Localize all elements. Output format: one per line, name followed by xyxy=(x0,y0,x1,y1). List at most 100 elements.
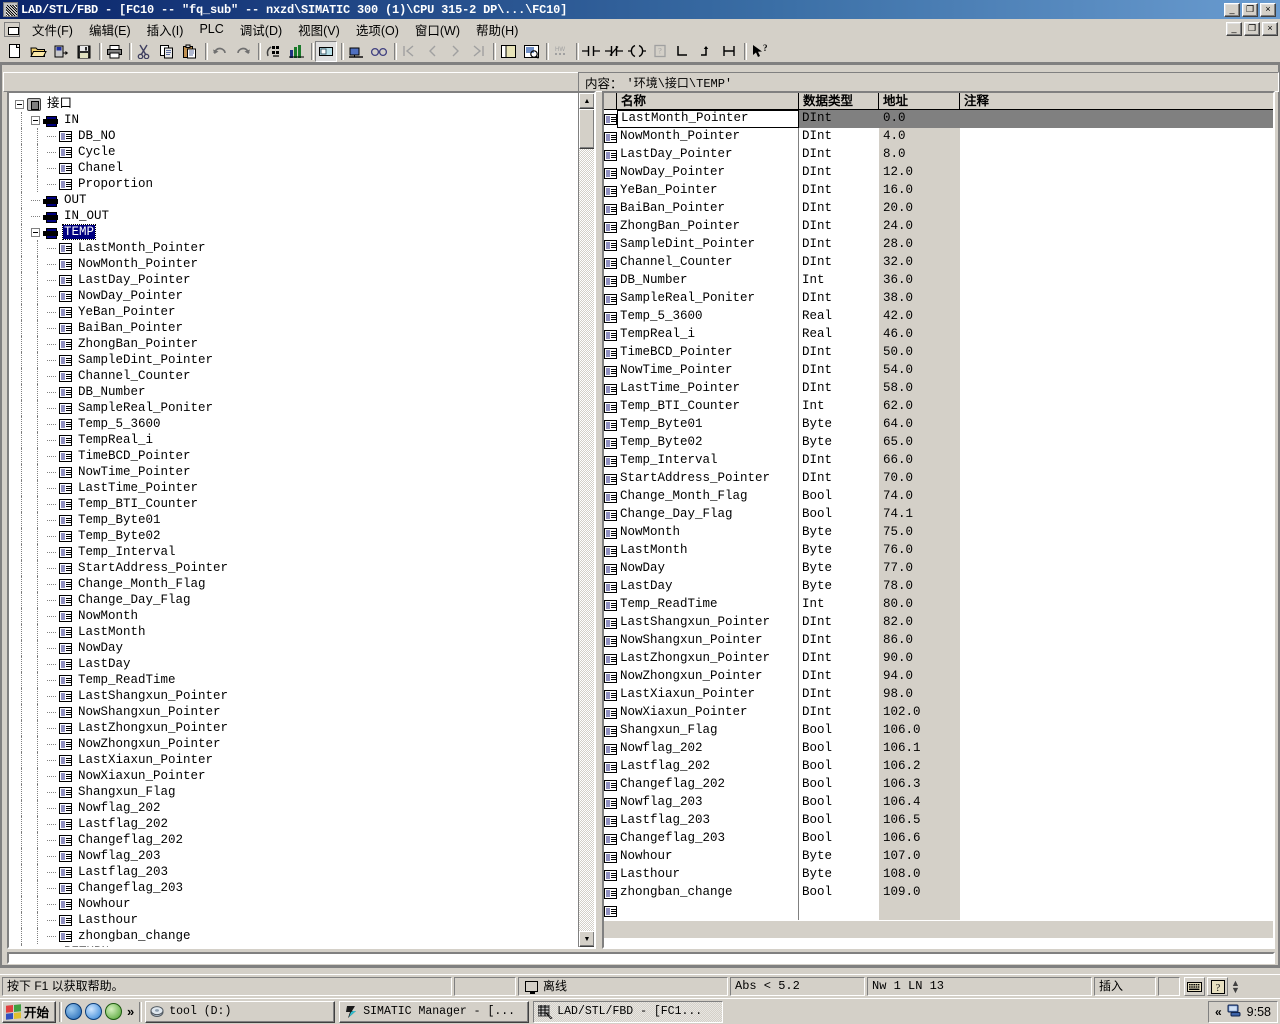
cell-comment[interactable] xyxy=(960,668,1273,686)
copy-icon[interactable] xyxy=(156,41,178,62)
row-selector-cell[interactable] xyxy=(604,722,617,740)
tree-item-variable[interactable]: Lastflag_202 xyxy=(9,816,577,832)
cell-address[interactable]: 106.2 xyxy=(879,758,960,776)
cell-datatype[interactable]: DInt xyxy=(799,614,879,632)
table-row[interactable]: BaiBan_PointerDInt20.0 xyxy=(604,200,1273,218)
cell-comment[interactable] xyxy=(960,398,1273,416)
cell-address[interactable]: 94.0 xyxy=(879,668,960,686)
tree-item-variable[interactable]: Temp_BTI_Counter xyxy=(9,496,577,512)
menu-debug[interactable]: 调试(D) xyxy=(232,18,290,41)
row-selector-cell[interactable] xyxy=(604,128,617,146)
cell-name[interactable]: LastTime_Pointer xyxy=(617,380,799,398)
tree-item-variable[interactable]: YeBan_Pointer xyxy=(9,304,577,320)
cell-address[interactable]: 24.0 xyxy=(879,218,960,236)
cell-address[interactable]: 74.1 xyxy=(879,506,960,524)
tree-node-temp[interactable]: TEMP xyxy=(9,224,577,240)
table-row[interactable]: Changeflag_202Bool106.3 xyxy=(604,776,1273,794)
cell-datatype[interactable]: DInt xyxy=(799,254,879,272)
first-error-icon[interactable] xyxy=(398,41,420,62)
cell-name[interactable]: LastDay_Pointer xyxy=(617,146,799,164)
cell-comment[interactable] xyxy=(960,290,1273,308)
cell-name[interactable]: Change_Month_Flag xyxy=(617,488,799,506)
cell-datatype[interactable]: Bool xyxy=(799,506,879,524)
branch-close-icon[interactable] xyxy=(695,41,717,62)
menu-window[interactable]: 窗口(W) xyxy=(407,18,468,41)
tree-item-variable[interactable]: TempReal_i xyxy=(9,432,577,448)
row-selector-cell[interactable] xyxy=(604,110,617,128)
cell-datatype[interactable]: DInt xyxy=(799,380,879,398)
tree-item-variable[interactable]: Temp_ReadTime xyxy=(9,672,577,688)
cell-comment[interactable] xyxy=(960,596,1273,614)
help-icon[interactable]: ? xyxy=(1207,977,1228,996)
cell-comment[interactable] xyxy=(960,164,1273,182)
cell-address[interactable]: 106.1 xyxy=(879,740,960,758)
table-row[interactable]: LastTime_PointerDInt58.0 xyxy=(604,380,1273,398)
cell-comment[interactable] xyxy=(960,704,1273,722)
table-row[interactable]: Changeflag_203Bool106.6 xyxy=(604,830,1273,848)
start-button[interactable]: 开始 xyxy=(2,1001,56,1023)
row-selector-cell[interactable] xyxy=(604,866,617,884)
row-selector-cell[interactable] xyxy=(604,650,617,668)
cell-address[interactable]: 76.0 xyxy=(879,542,960,560)
cell-name[interactable]: SampleDint_Pointer xyxy=(617,236,799,254)
cell-datatype[interactable]: DInt xyxy=(799,452,879,470)
cell-datatype[interactable]: Bool xyxy=(799,884,879,902)
tree-item-variable[interactable]: LastZhongxun_Pointer xyxy=(9,720,577,736)
tree-item-variable[interactable]: LastTime_Pointer xyxy=(9,480,577,496)
cell-datatype[interactable]: DInt xyxy=(799,362,879,380)
code-editor-area[interactable] xyxy=(7,952,1275,964)
cell-comment[interactable] xyxy=(960,506,1273,524)
tree-item-variable[interactable]: NowMonth xyxy=(9,608,577,624)
open-folder-icon[interactable] xyxy=(27,41,49,62)
cell-comment[interactable] xyxy=(960,110,1273,128)
cell-comment[interactable] xyxy=(960,632,1273,650)
column-header-address[interactable]: 地址 xyxy=(879,93,960,109)
tree-item-variable[interactable]: Temp_5_3600 xyxy=(9,416,577,432)
table-row[interactable]: LastShangxun_PointerDInt82.0 xyxy=(604,614,1273,632)
cell-address[interactable]: 50.0 xyxy=(879,344,960,362)
column-header-datatype[interactable]: 数据类型 xyxy=(799,93,879,109)
child-restore-button[interactable]: ❐ xyxy=(1244,22,1260,36)
table-row[interactable]: Temp_Byte02Byte65.0 xyxy=(604,434,1273,452)
cell-name[interactable]: DB_Number xyxy=(617,272,799,290)
column-header-name[interactable]: 名称 xyxy=(617,93,799,109)
cell-name[interactable]: Temp_Interval xyxy=(617,452,799,470)
row-selector-cell[interactable] xyxy=(604,560,617,578)
table-row[interactable]: NowhourByte107.0 xyxy=(604,848,1273,866)
row-selector-cell[interactable] xyxy=(604,254,617,272)
cell-name[interactable]: Temp_5_3600 xyxy=(617,308,799,326)
table-row[interactable]: NowDay_PointerDInt12.0 xyxy=(604,164,1273,182)
cell-comment[interactable] xyxy=(960,524,1273,542)
declaration-table-panel[interactable]: 名称 数据类型 地址 注释 LastMonth_PointerDInt0.0No… xyxy=(602,91,1275,949)
upload-from-plc-icon[interactable] xyxy=(285,41,307,62)
table-row[interactable]: SampleReal_PoniterDInt38.0 xyxy=(604,290,1273,308)
taskbar-button-lad-stl-fbd[interactable]: LAD/STL/FBD - [FC1... xyxy=(533,1001,723,1023)
cell-name[interactable]: Changeflag_203 xyxy=(617,830,799,848)
table-row[interactable]: Temp_BTI_CounterInt62.0 xyxy=(604,398,1273,416)
table-row[interactable]: NowDayByte77.0 xyxy=(604,560,1273,578)
cell-name[interactable]: NowMonth_Pointer xyxy=(617,128,799,146)
cell-address[interactable]: 4.0 xyxy=(879,128,960,146)
tree-item-variable[interactable]: Shangxun_Flag xyxy=(9,784,577,800)
menu-help[interactable]: 帮助(H) xyxy=(468,18,526,41)
tree-item-variable[interactable]: LastShangxun_Pointer xyxy=(9,688,577,704)
cell-address[interactable]: 102.0 xyxy=(879,704,960,722)
tree-node-in[interactable]: IN xyxy=(9,112,577,128)
cell-datatype[interactable]: DInt xyxy=(799,236,879,254)
declaration-table-body[interactable]: LastMonth_PointerDInt0.0NowMonth_Pointer… xyxy=(604,110,1273,938)
cell-datatype[interactable]: Bool xyxy=(799,488,879,506)
minimize-button[interactable]: _ xyxy=(1224,3,1240,17)
next-error-icon[interactable] xyxy=(444,41,466,62)
row-selector-cell[interactable] xyxy=(604,830,617,848)
cell-address[interactable]: 32.0 xyxy=(879,254,960,272)
cell-comment[interactable] xyxy=(960,830,1273,848)
cell-comment[interactable] xyxy=(960,344,1273,362)
cell-comment[interactable] xyxy=(960,794,1273,812)
undo-icon[interactable] xyxy=(209,41,231,62)
cell-name[interactable]: NowTime_Pointer xyxy=(617,362,799,380)
interface-tree-panel[interactable]: 接口INDB_NOCycleChanelProportionOUTIN_OUTT… xyxy=(7,91,596,949)
tree-item-variable[interactable]: NowZhongxun_Pointer xyxy=(9,736,577,752)
cell-name[interactable]: Change_Day_Flag xyxy=(617,506,799,524)
cell-name[interactable]: ZhongBan_Pointer xyxy=(617,218,799,236)
table-row[interactable]: NowMonth_PointerDInt4.0 xyxy=(604,128,1273,146)
